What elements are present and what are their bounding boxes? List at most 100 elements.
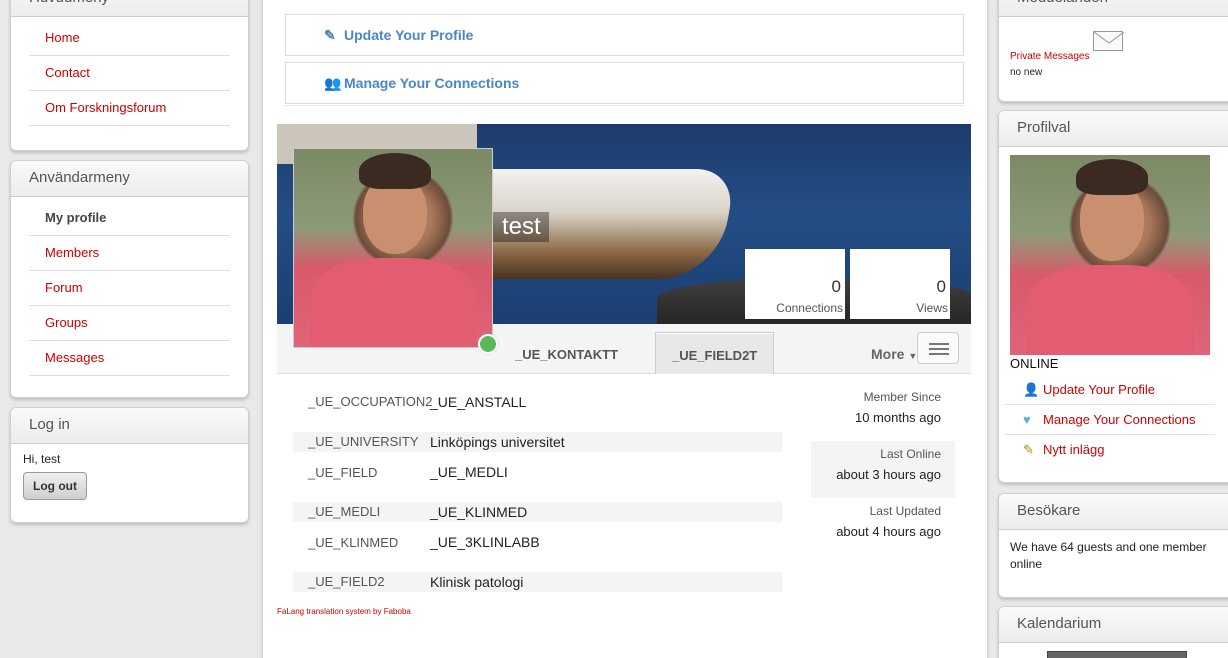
profile-main: ✎ Update Your Profile 👥 Manage Your Connec… — [262, 0, 988, 658]
menu-link-home[interactable]: Home — [45, 30, 80, 45]
calendar-header-bar — [1047, 651, 1187, 658]
stat-views[interactable]: 0 Views — [850, 249, 950, 319]
menu-toggle-button[interactable] — [917, 332, 959, 364]
menu-link-members[interactable]: Members — [45, 245, 99, 260]
field-value: _UE_3KLINLABB — [430, 534, 540, 550]
meta-value: 10 months ago — [854, 410, 941, 425]
menu-item-om-forskningsforum[interactable]: Om Forskningsforum — [29, 91, 230, 126]
messages-status: no new — [1010, 67, 1043, 78]
menu-item-messages[interactable]: Messages — [29, 341, 230, 376]
field-row: _UE_UNIVERSITY Linköpings universitet — [293, 432, 782, 452]
menu-link-om-forskningsforum[interactable]: Om Forskningsforum — [45, 100, 166, 115]
profile-name: test — [492, 212, 549, 242]
field-value: _UE_ANSTALL — [430, 394, 527, 410]
visitors-title: Besökare — [999, 494, 1228, 530]
heart-icon: ♥ — [1023, 412, 1031, 427]
main-menu-title: Huvudmeny — [11, 0, 248, 17]
menu-item-my-profile[interactable]: My profile — [29, 201, 230, 236]
hamburger-icon — [929, 343, 949, 345]
envelope-svg — [1093, 31, 1125, 44]
field-key: _UE_MEDLI — [308, 504, 381, 519]
more-label: More — [871, 346, 905, 362]
field-key: _UE_OCCUPATION2 — [308, 394, 433, 409]
user-menu-module: Användarmeny My profile Members Forum Gr… — [10, 160, 249, 398]
tab-field2t[interactable]: _UE_FIELD2T — [655, 332, 775, 374]
update-profile-button[interactable]: ✎ Update Your Profile — [285, 14, 964, 56]
login-title: Log in — [11, 408, 248, 444]
login-greeting: Hi, test — [23, 452, 61, 466]
logout-button[interactable]: Log out — [23, 472, 87, 500]
more-dropdown[interactable]: More ▼ — [871, 346, 917, 362]
user-menu-title: Användarmeny — [11, 161, 248, 197]
manage-connections-label: Manage Your Connections — [344, 75, 520, 91]
menu-link-groups[interactable]: Groups — [45, 315, 88, 330]
field-value: Klinisk patologi — [430, 574, 524, 590]
meta-value: about 4 hours ago — [836, 524, 941, 539]
private-messages-link[interactable]: Private Messages — [1010, 51, 1089, 62]
meta-label: Last Online — [880, 447, 941, 461]
stat-views-value: 0 — [936, 277, 946, 296]
stat-connections-value: 0 — [831, 277, 841, 296]
login-module: Log in Hi, test Log out — [10, 407, 249, 523]
visitors-module: Besökare We have 64 guests and one membe… — [998, 493, 1228, 598]
menu-item-members[interactable]: Members — [29, 236, 230, 271]
online-status-text: ONLINE — [1010, 356, 1059, 371]
menu-item-groups[interactable]: Groups — [29, 306, 230, 341]
new-post-link[interactable]: ✎ Nytt inlägg — [1005, 435, 1215, 464]
menu-link-messages[interactable]: Messages — [45, 350, 104, 365]
user-edit-icon: 👤 — [1023, 382, 1040, 397]
sidebar-avatar-photo — [1010, 155, 1210, 355]
field-key: _UE_KLINMED — [308, 535, 399, 550]
menu-link-contact[interactable]: Contact — [45, 65, 90, 80]
menu-item-forum[interactable]: Forum — [29, 271, 230, 306]
field-row: _UE_MEDLI _UE_KLINMED — [293, 502, 782, 522]
stat-connections[interactable]: 0 Connections — [745, 249, 845, 319]
profile-fields: _UE_OCCUPATION2 _UE_ANSTALL _UE_UNIVERSI… — [293, 391, 782, 600]
new-post-link-label: Nytt inlägg — [1043, 442, 1105, 457]
menu-link-my-profile[interactable]: My profile — [45, 210, 106, 225]
update-profile-link[interactable]: 👤 Update Your Profile — [1005, 375, 1215, 405]
caret-down-icon: ▼ — [908, 351, 918, 361]
calendar-module: Kalendarium — [998, 606, 1228, 658]
menu-link-forum[interactable]: Forum — [45, 280, 83, 295]
manage-connections-link[interactable]: ♥ Manage Your Connections — [1005, 405, 1215, 435]
stat-views-label: Views — [916, 301, 948, 315]
field-key: _UE_FIELD2 — [308, 574, 385, 589]
update-profile-label: Update Your Profile — [344, 27, 474, 43]
profile-options-title: Profilval — [999, 111, 1228, 147]
main-menu-list: Home Contact Om Forskningsforum — [11, 17, 248, 136]
messages-body: Private Messages no new — [999, 17, 1228, 78]
user-menu-list: My profile Members Forum Groups Messages — [11, 197, 248, 386]
divider — [285, 105, 964, 106]
manage-connections-button[interactable]: 👥 Manage Your Connections — [285, 62, 964, 104]
tab-kontaktt[interactable]: _UE_KONTAKTT — [499, 332, 634, 374]
field-value: _UE_KLINMED — [430, 504, 528, 520]
stat-connections-label: Connections — [776, 301, 843, 315]
avatar-hair — [359, 152, 431, 189]
field-value: _UE_MEDLI — [430, 464, 508, 480]
profile-meta: Member Since 10 months ago Last Online a… — [811, 384, 955, 555]
envelope-icon[interactable] — [1093, 31, 1125, 51]
hamburger-line — [929, 348, 949, 350]
meta-member-since: Member Since 10 months ago — [811, 384, 955, 441]
meta-last-updated: Last Updated about 4 hours ago — [811, 498, 955, 555]
profile-options-module: Profilval ONLINE 👤 Update Your Profile ♥ M… — [998, 110, 1228, 483]
meta-last-online: Last Online about 3 hours ago — [811, 441, 955, 498]
profile-links: 👤 Update Your Profile ♥ Manage Your Connec… — [999, 375, 1227, 464]
menu-item-contact[interactable]: Contact — [29, 56, 230, 91]
messages-title: Meddelanden — [999, 0, 1228, 17]
profile-avatar[interactable] — [293, 148, 493, 348]
field-row: _UE_FIELD2 Klinisk patologi — [293, 572, 782, 592]
field-row: _UE_FIELD _UE_MEDLI — [293, 460, 782, 495]
falang-link[interactable]: FaLang translation system by Faboba — [277, 607, 411, 616]
calendar-title: Kalendarium — [999, 607, 1228, 643]
users-icon: 👥 — [324, 75, 342, 91]
menu-item-home[interactable]: Home — [29, 21, 230, 56]
sidebar-avatar[interactable] — [1010, 155, 1210, 355]
messages-module: Meddelanden Private Messages no new — [998, 0, 1228, 102]
online-status-dot — [478, 334, 498, 354]
hamburger-line — [929, 353, 949, 355]
field-key: _UE_UNIVERSITY — [308, 434, 419, 449]
pencil-note-icon: ✎ — [1023, 442, 1034, 457]
field-row: _UE_KLINMED _UE_3KLINLABB — [293, 530, 782, 565]
